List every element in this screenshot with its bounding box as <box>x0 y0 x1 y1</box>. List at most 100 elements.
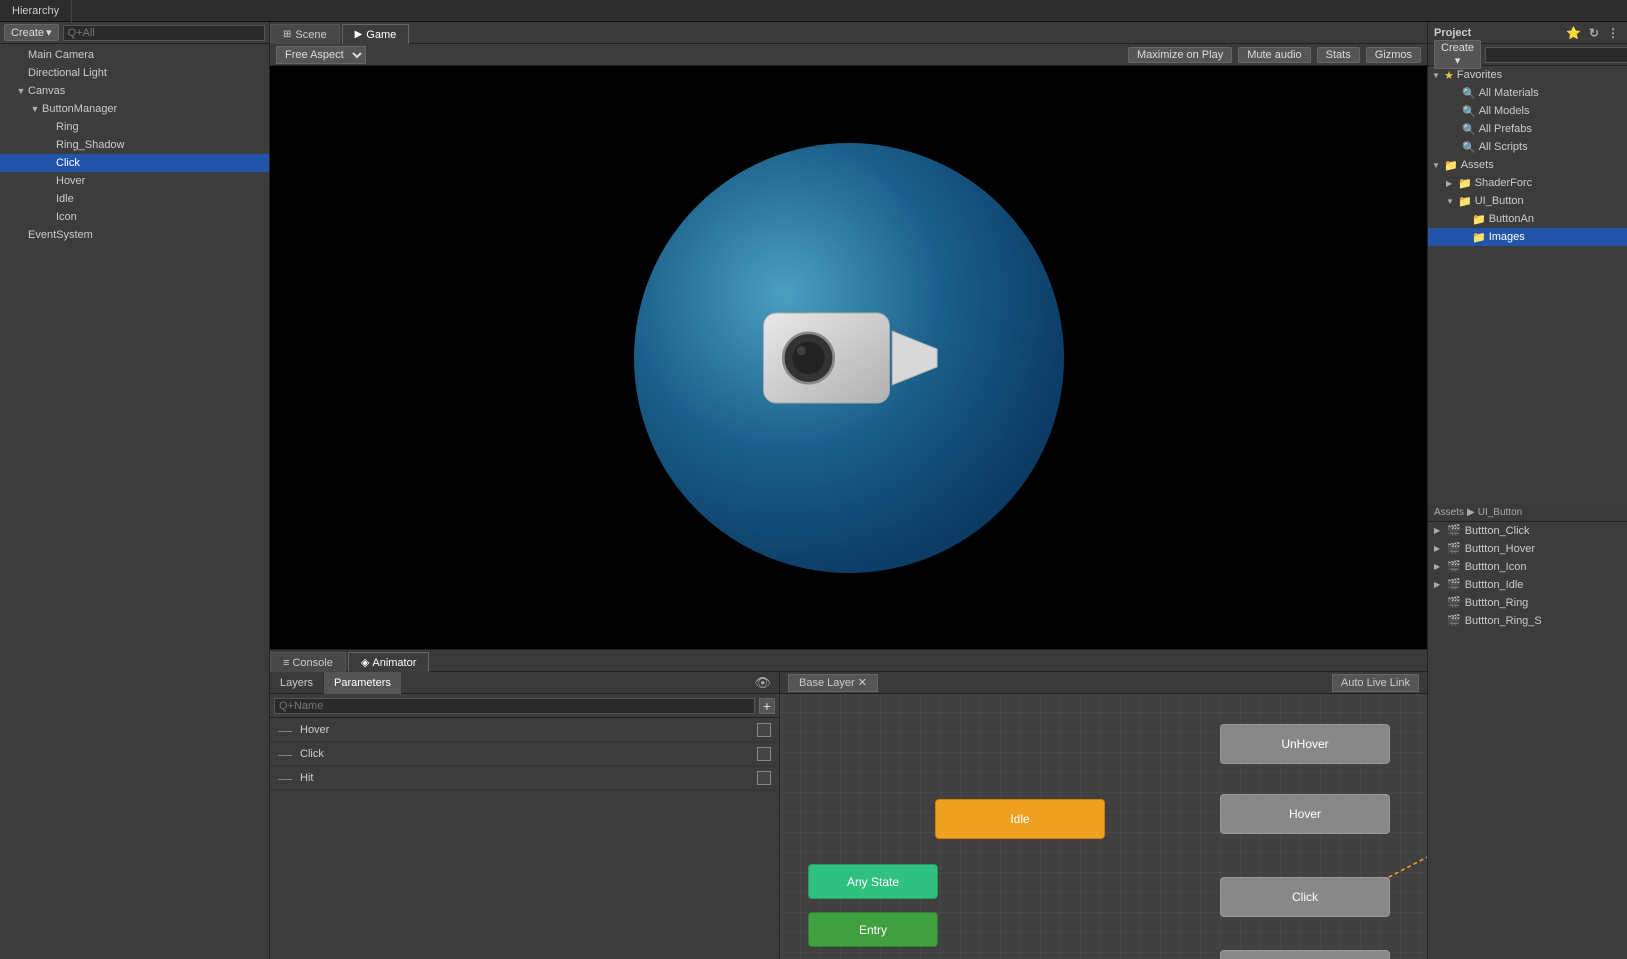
camera-icon <box>759 293 939 423</box>
file-buttton-click[interactable]: ▶ 🎬 Buttton_Click <box>1428 522 1627 540</box>
file-buttton-ring-s[interactable]: 🎬 Buttton_Ring_S <box>1428 612 1627 630</box>
state-node-entry[interactable]: Entry <box>808 912 938 947</box>
proj-fav-all-materials[interactable]: 🔍 All Materials <box>1428 84 1627 102</box>
maximize-on-play-button[interactable]: Maximize on Play <box>1128 47 1232 63</box>
param-hit-checkbox[interactable] <box>757 771 771 785</box>
tree-item-directional-light[interactable]: Directional Light <box>0 64 269 82</box>
animator-tab-icon: ◈ <box>361 656 369 669</box>
hierarchy-toolbar: Create ▾ <box>0 22 269 44</box>
file-buttton-hover[interactable]: ▶ 🎬 Buttton_Hover <box>1428 540 1627 558</box>
file-buttton-idle[interactable]: ▶ 🎬 Buttton_Idle <box>1428 576 1627 594</box>
project-icon-btn-1[interactable]: ⭐ <box>1564 26 1583 40</box>
param-click-checkbox[interactable] <box>757 747 771 761</box>
project-create-button[interactable]: Create ▾ <box>1434 40 1481 69</box>
tree-item-event-system[interactable]: EventSystem <box>0 226 269 244</box>
param-item-click[interactable]: — Click <box>270 742 779 766</box>
proj-fav-all-scripts[interactable]: 🔍 All Scripts <box>1428 138 1627 156</box>
star-icon: ★ <box>1444 69 1454 82</box>
hierarchy-tree: Main Camera Directional Light ▼ Canvas ▼… <box>0 44 269 959</box>
scene-game-tabs: ⊞ Scene ▶ Game <box>270 22 1427 44</box>
eye-button[interactable]: 👁 <box>746 672 779 693</box>
auto-live-link-button[interactable]: Auto Live Link <box>1332 674 1419 692</box>
project-search-input[interactable] <box>1485 47 1627 63</box>
breadcrumb-text: Assets <box>1434 507 1464 518</box>
animator-tab-label: Animator <box>372 657 416 669</box>
project-icon-btn-2[interactable]: ↻ <box>1587 26 1601 40</box>
project-breadcrumb: Assets ▶ UI_Button <box>1428 504 1627 522</box>
graph-toolbar: Base Layer ✕ Auto Live Link <box>780 672 1427 694</box>
console-tab[interactable]: ≡ Console <box>270 652 346 672</box>
center-area: ⊞ Scene ▶ Game Free Aspect Maximize on P… <box>270 22 1427 959</box>
bottom-tabs: ≡ Console ◈ Animator <box>270 650 1427 672</box>
proj-shader-forge[interactable]: ▶ 📁 ShaderForc <box>1428 174 1627 192</box>
scene-tab-icon: ⊞ <box>283 29 291 40</box>
project-panel-title: Project <box>1434 27 1471 39</box>
project-icon-btn-3[interactable]: ⋮ <box>1605 26 1621 40</box>
animator-search-row: + <box>270 694 779 718</box>
file-buttton-icon[interactable]: ▶ 🎬 Buttton_Icon <box>1428 558 1627 576</box>
proj-button-animator[interactable]: 📁 ButtonAn <box>1428 210 1627 228</box>
file-buttton-ring[interactable]: 🎬 Buttton_Ring <box>1428 594 1627 612</box>
hierarchy-panel: Create ▾ Main Camera Directional Light ▼… <box>0 22 270 959</box>
assets-folder-icon: 📁 <box>1444 159 1458 172</box>
animator-search-input[interactable] <box>274 698 755 714</box>
proj-fav-all-prefabs[interactable]: 🔍 All Prefabs <box>1428 120 1627 138</box>
scene-tab[interactable]: ⊞ Scene <box>270 24 340 44</box>
game-viewport <box>270 66 1427 649</box>
game-tab[interactable]: ▶ Game <box>342 24 410 44</box>
state-node-unhover[interactable]: UnHover <box>1220 724 1390 764</box>
project-panel: Project ⭐ ↻ ⋮ Create ▾ ▼ ★ Favorites <box>1427 22 1627 959</box>
tree-item-click[interactable]: Click <box>0 154 269 172</box>
animator-graph[interactable]: Base Layer ✕ Auto Live Link <box>780 672 1427 959</box>
project-files: ▶ 🎬 Buttton_Click ▶ 🎬 Buttton_Hover ▶ 🎬 … <box>1428 522 1627 959</box>
proj-images[interactable]: 📁 Images <box>1428 228 1627 246</box>
param-item-hit[interactable]: — Hit <box>270 766 779 790</box>
proj-favorites-header[interactable]: ▼ ★ Favorites <box>1428 66 1627 84</box>
param-hit-label: Hit <box>300 772 313 784</box>
console-tab-label: Console <box>292 657 332 669</box>
tree-item-button-manager[interactable]: ▼ ButtonManager <box>0 100 269 118</box>
hierarchy-tab[interactable]: Hierarchy <box>0 0 72 22</box>
layers-sub-tab[interactable]: Layers <box>270 672 324 694</box>
param-hover-label: Hover <box>300 724 329 736</box>
proj-fav-all-models[interactable]: 🔍 All Models <box>1428 102 1627 120</box>
base-layer-label: Base Layer <box>799 677 855 689</box>
mute-audio-button[interactable]: Mute audio <box>1238 47 1310 63</box>
tree-item-ring[interactable]: Ring <box>0 118 269 136</box>
param-hover-checkbox[interactable] <box>757 723 771 737</box>
aspect-select[interactable]: Free Aspect <box>276 46 366 64</box>
scene-tab-label: Scene <box>295 29 326 41</box>
main-layout: Create ▾ Main Camera Directional Light ▼… <box>0 22 1627 959</box>
tree-item-canvas[interactable]: ▼ Canvas <box>0 82 269 100</box>
game-toolbar: Free Aspect Maximize on Play Mute audio … <box>270 44 1427 66</box>
stats-button[interactable]: Stats <box>1317 47 1360 63</box>
tree-item-main-camera[interactable]: Main Camera <box>0 46 269 64</box>
gizmos-button[interactable]: Gizmos <box>1366 47 1421 63</box>
hierarchy-search-input[interactable] <box>63 25 265 41</box>
proj-ui-button[interactable]: ▼ 📁 UI_Button <box>1428 192 1627 210</box>
create-arrow-icon: ▾ <box>46 26 52 39</box>
state-node-hover[interactable]: Hover <box>1220 794 1390 834</box>
auto-live-label: Auto Live Link <box>1341 677 1410 689</box>
tree-item-ring-shadow[interactable]: Ring_Shadow <box>0 136 269 154</box>
create-label: Create <box>11 27 44 39</box>
animator-sidebar-tabs: Layers Parameters 👁 <box>270 672 779 694</box>
state-node-any-state[interactable]: Any State <box>808 864 938 899</box>
param-item-hover[interactable]: — Hover <box>270 718 779 742</box>
animator-sidebar: Layers Parameters 👁 + — Hover <box>270 672 780 959</box>
state-node-release[interactable]: Release <box>1220 950 1390 959</box>
create-button[interactable]: Create ▾ <box>4 24 59 41</box>
tree-item-icon[interactable]: Icon <box>0 208 269 226</box>
zoom-button <box>634 143 1064 573</box>
proj-assets-header[interactable]: ▼ 📁 Assets <box>1428 156 1627 174</box>
state-node-idle[interactable]: Idle <box>935 799 1105 839</box>
tree-item-hover[interactable]: Hover <box>0 172 269 190</box>
animator-tab[interactable]: ◈ Animator <box>348 652 430 672</box>
state-node-click[interactable]: Click <box>1220 877 1390 917</box>
tree-item-idle[interactable]: Idle <box>0 190 269 208</box>
base-layer-tab[interactable]: Base Layer ✕ <box>788 674 878 692</box>
animator-panel: Layers Parameters 👁 + — Hover <box>270 672 1427 959</box>
add-parameter-button[interactable]: + <box>759 698 775 714</box>
parameters-sub-tab[interactable]: Parameters <box>324 672 402 694</box>
game-tab-icon: ▶ <box>355 29 363 40</box>
